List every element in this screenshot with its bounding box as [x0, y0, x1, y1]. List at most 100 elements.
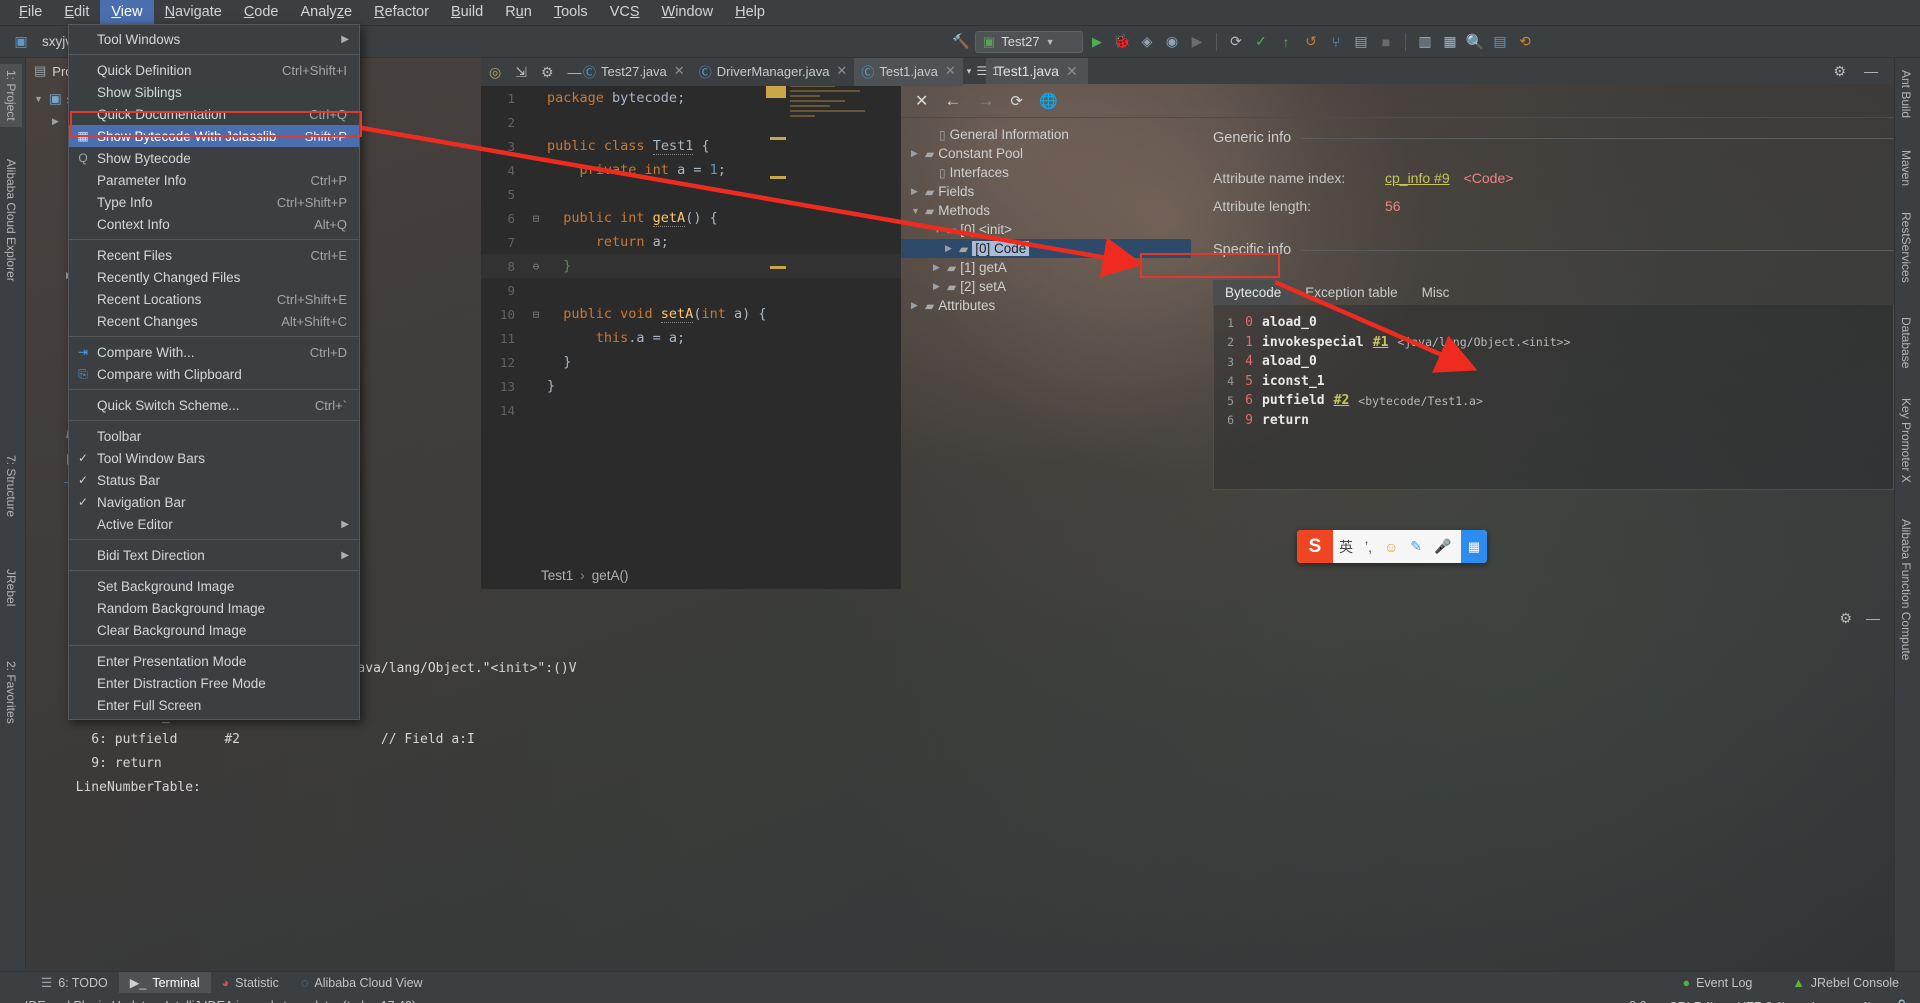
plugin-icon[interactable]: ▤	[1489, 31, 1511, 53]
close-jclasslib-tab-icon[interactable]: ✕	[1066, 63, 1078, 80]
menu-item-random-background-image[interactable]: Random Background Image	[69, 597, 359, 619]
sidebar-tab-favorites[interactable]: 2: Favorites	[0, 655, 22, 730]
ime-toolbar[interactable]: S 英 ʼ, ☺ ✎ 🎤 ▦	[1297, 530, 1487, 563]
caret-position[interactable]: 8:6	[1629, 999, 1646, 1003]
sync-icon[interactable]: ⟲	[1514, 31, 1536, 53]
close-tab-icon-2[interactable]: ✕	[836, 63, 847, 79]
jclasslib-settings-icon[interactable]: ⚙	[1833, 63, 1846, 80]
rollback-icon[interactable]: ↺	[1300, 31, 1322, 53]
bytecode-ref-2[interactable]: #1	[1373, 335, 1389, 350]
sidebar-tab-structure[interactable]: 7: Structure	[0, 449, 22, 523]
menu-item-recent-locations[interactable]: Recent Locations Ctrl+Shift+E	[69, 288, 359, 310]
sidebar-tab-project[interactable]: 1: Project	[0, 64, 22, 127]
fold-marker-8[interactable]: ⊖	[525, 260, 547, 273]
chevron-right-icon[interactable]: ▶	[52, 116, 62, 127]
menu-item-show-bytecode-with-jclasslib[interactable]: ▦ Show Bytecode With Jclasslib Shift+P	[69, 125, 359, 147]
update-project-icon[interactable]: ⟳	[1225, 31, 1247, 53]
sidebar-tab-restservices[interactable]: RestServices	[1895, 206, 1917, 289]
run-configuration-selector[interactable]: ▣ Test27 ▼	[975, 30, 1083, 53]
indent-setting[interactable]: 4 spaces ⇅	[1808, 999, 1872, 1003]
target-icon[interactable]: ◎	[489, 64, 501, 81]
menu-item-show-siblings[interactable]: Show Siblings	[69, 81, 359, 103]
bottom-tab-statistic[interactable]: ◕ Statistic	[211, 972, 290, 994]
menu-item-tool-windows[interactable]: Tool Windows ▶	[69, 28, 359, 50]
terminal-settings-icon[interactable]: ⚙	[1839, 610, 1852, 627]
menu-edit[interactable]: Edit	[53, 0, 100, 25]
menu-item-compare-with-clipboard[interactable]: ⎘ Compare with Clipboard	[69, 363, 359, 385]
chevron-down-icon-m[interactable]: ▼	[911, 206, 921, 216]
menu-help[interactable]: Help	[724, 0, 776, 25]
chevron-right-icon-attr[interactable]: ▶	[911, 300, 921, 311]
search-icon[interactable]: 🔍	[1464, 31, 1486, 53]
collapse-icon[interactable]: ⇲	[515, 64, 527, 81]
menu-item-active-editor[interactable]: Active Editor ▶	[69, 513, 359, 535]
jclasslib-node-constant-pool[interactable]: ▶ ▰ Constant Pool	[901, 144, 1191, 163]
menu-refactor[interactable]: Refactor	[363, 0, 440, 25]
breadcrumb-method[interactable]: getA()	[592, 568, 629, 583]
close-tab-icon-3[interactable]: ✕	[945, 63, 956, 79]
menu-view[interactable]: View	[100, 0, 154, 25]
chevron-down-icon-5[interactable]: ▼	[48, 482, 58, 483]
menu-item-enter-presentation-mode[interactable]: Enter Presentation Mode	[69, 650, 359, 672]
menu-item-recent-files[interactable]: Recent Files Ctrl+E	[69, 244, 359, 266]
jclasslib-node-code[interactable]: ▶ ▰ [0] Code	[901, 239, 1191, 258]
menu-navigate[interactable]: Navigate	[154, 0, 233, 25]
forward-arrow-icon[interactable]: →	[977, 91, 994, 111]
menu-file[interactable]: FFileile	[8, 0, 53, 25]
hammer-build-icon[interactable]: 🔨	[950, 31, 972, 53]
back-arrow-icon[interactable]: ←	[944, 91, 961, 111]
menu-item-enter-distraction-free-mode[interactable]: Enter Distraction Free Mode	[69, 672, 359, 694]
menu-window[interactable]: Window	[651, 0, 725, 25]
jclasslib-node-methods[interactable]: ▼ ▰ Methods	[901, 201, 1191, 220]
code-editor[interactable]: 1 package bytecode; 2 3 public class Test1…	[481, 86, 901, 561]
attribute-name-index-link[interactable]: cp_info #9	[1385, 170, 1450, 186]
layout-right-icon[interactable]: ▦	[1439, 31, 1461, 53]
jclasslib-node-geta[interactable]: ▶ ▰ [1] getA	[901, 258, 1191, 277]
menu-item-compare-with[interactable]: ⇥ Compare With... Ctrl+D	[69, 341, 359, 363]
editor-tab-drivermanager[interactable]: Ⓒ DriverManager.java ✕	[692, 58, 855, 86]
pen-icon[interactable]: ✎	[1404, 538, 1428, 555]
menu-build[interactable]: Build	[440, 0, 494, 25]
close-tab-icon-1[interactable]: ✕	[674, 63, 685, 79]
menu-item-parameter-info[interactable]: Parameter Info Ctrl+P	[69, 169, 359, 191]
gear-icon[interactable]: ⚙	[541, 64, 554, 81]
minimize-icon[interactable]: —	[568, 64, 582, 80]
menu-item-quick-definition[interactable]: Quick Definition Ctrl+Shift+I	[69, 59, 359, 81]
menu-item-context-info[interactable]: Context Info Alt+Q	[69, 213, 359, 235]
menu-item-set-background-image[interactable]: Set Background Image	[69, 575, 359, 597]
chevron-right-icon-f[interactable]: ▶	[911, 186, 921, 197]
ime-punctuation-toggle[interactable]: ʼ,	[1359, 539, 1378, 555]
run-coverage-icon[interactable]: ◈	[1136, 31, 1158, 53]
reload-icon[interactable]: ⟳	[1010, 92, 1023, 110]
smiley-icon[interactable]: ☺	[1378, 539, 1404, 555]
menu-item-enter-full-screen[interactable]: Enter Full Screen	[69, 694, 359, 716]
chevron-right-icon-code[interactable]: ▶	[945, 243, 955, 254]
menu-item-clear-background-image[interactable]: Clear Background Image	[69, 619, 359, 641]
bottom-tab-terminal[interactable]: ▶_ Terminal	[118, 971, 211, 994]
tab-bytecode[interactable]: Bytecode	[1213, 280, 1294, 305]
tab-exception-table[interactable]: Exception table	[1293, 280, 1409, 305]
terminal-minimize-icon[interactable]: —	[1866, 610, 1880, 626]
menu-vcs[interactable]: VCS	[599, 0, 651, 25]
menu-item-show-bytecode[interactable]: Q Show Bytecode	[69, 147, 359, 169]
menu-analyze[interactable]: Analyze	[290, 0, 364, 25]
chevron-down-overflow-icon[interactable]: ▾	[967, 66, 972, 77]
file-encoding[interactable]: UTF-8 ⇅	[1737, 999, 1786, 1003]
menu-item-quick-documentation[interactable]: Quick Documentation Ctrl+Q	[69, 103, 359, 125]
menu-item-status-bar[interactable]: ✓ Status Bar	[69, 469, 359, 491]
chevron-down-icon[interactable]: ▼	[34, 94, 44, 104]
fold-marker-10[interactable]: ⊟	[525, 308, 547, 321]
debug-icon[interactable]: 🐞	[1111, 31, 1133, 53]
bottom-tab-event-log[interactable]: ● Event Log	[1672, 972, 1764, 994]
run-icon[interactable]: ▶	[1086, 31, 1108, 53]
fold-marker-6[interactable]: ⊟	[525, 212, 547, 225]
jclasslib-node-fields[interactable]: ▶ ▰ Fields	[901, 182, 1191, 201]
bottom-tab-alibaba-cloud-view[interactable]: ◌ Alibaba Cloud View	[290, 972, 434, 994]
jclasslib-node-init[interactable]: ▼ ▰ [0] <init>	[901, 220, 1191, 239]
close-icon[interactable]: ✕	[915, 91, 928, 111]
menu-tools[interactable]: Tools	[543, 0, 599, 25]
menu-item-type-info[interactable]: Type Info Ctrl+Shift+P	[69, 191, 359, 213]
chevron-down-icon-init[interactable]: ▼	[933, 225, 943, 235]
bytecode-listing[interactable]: 1 0 aload_0 2 1 invokespecial #1 <java/l…	[1213, 305, 1894, 490]
shelve-icon[interactable]: ▤	[1350, 31, 1372, 53]
